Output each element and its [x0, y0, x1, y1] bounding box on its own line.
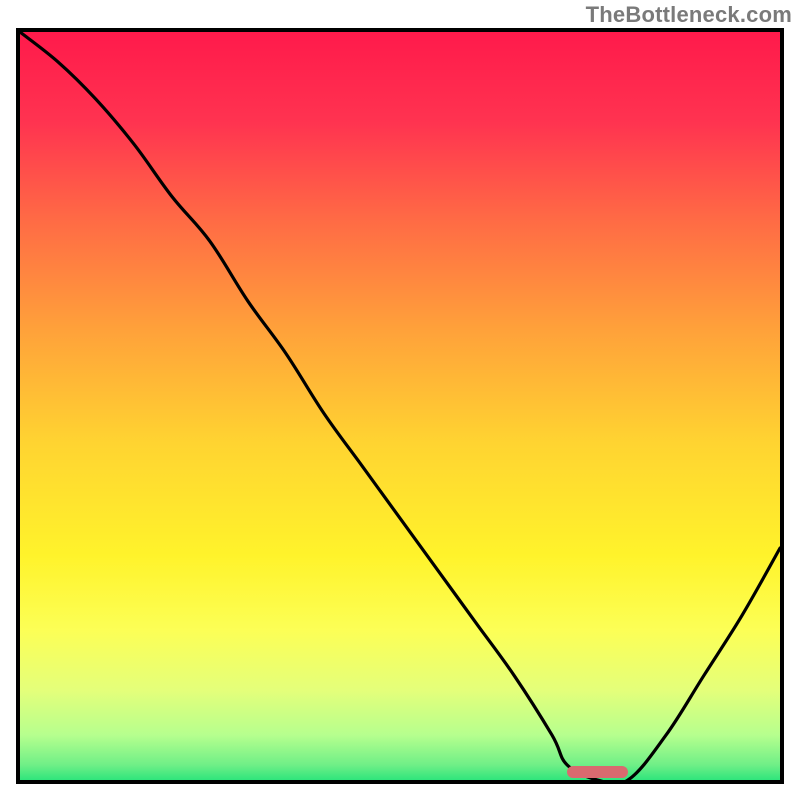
bottleneck-curve: [20, 32, 780, 780]
chart-curve-layer: [20, 32, 780, 780]
watermark-text: TheBottleneck.com: [586, 2, 792, 28]
chart-frame: [16, 28, 784, 784]
optimal-range-marker: [567, 766, 628, 778]
chart-container: TheBottleneck.com: [0, 0, 800, 800]
